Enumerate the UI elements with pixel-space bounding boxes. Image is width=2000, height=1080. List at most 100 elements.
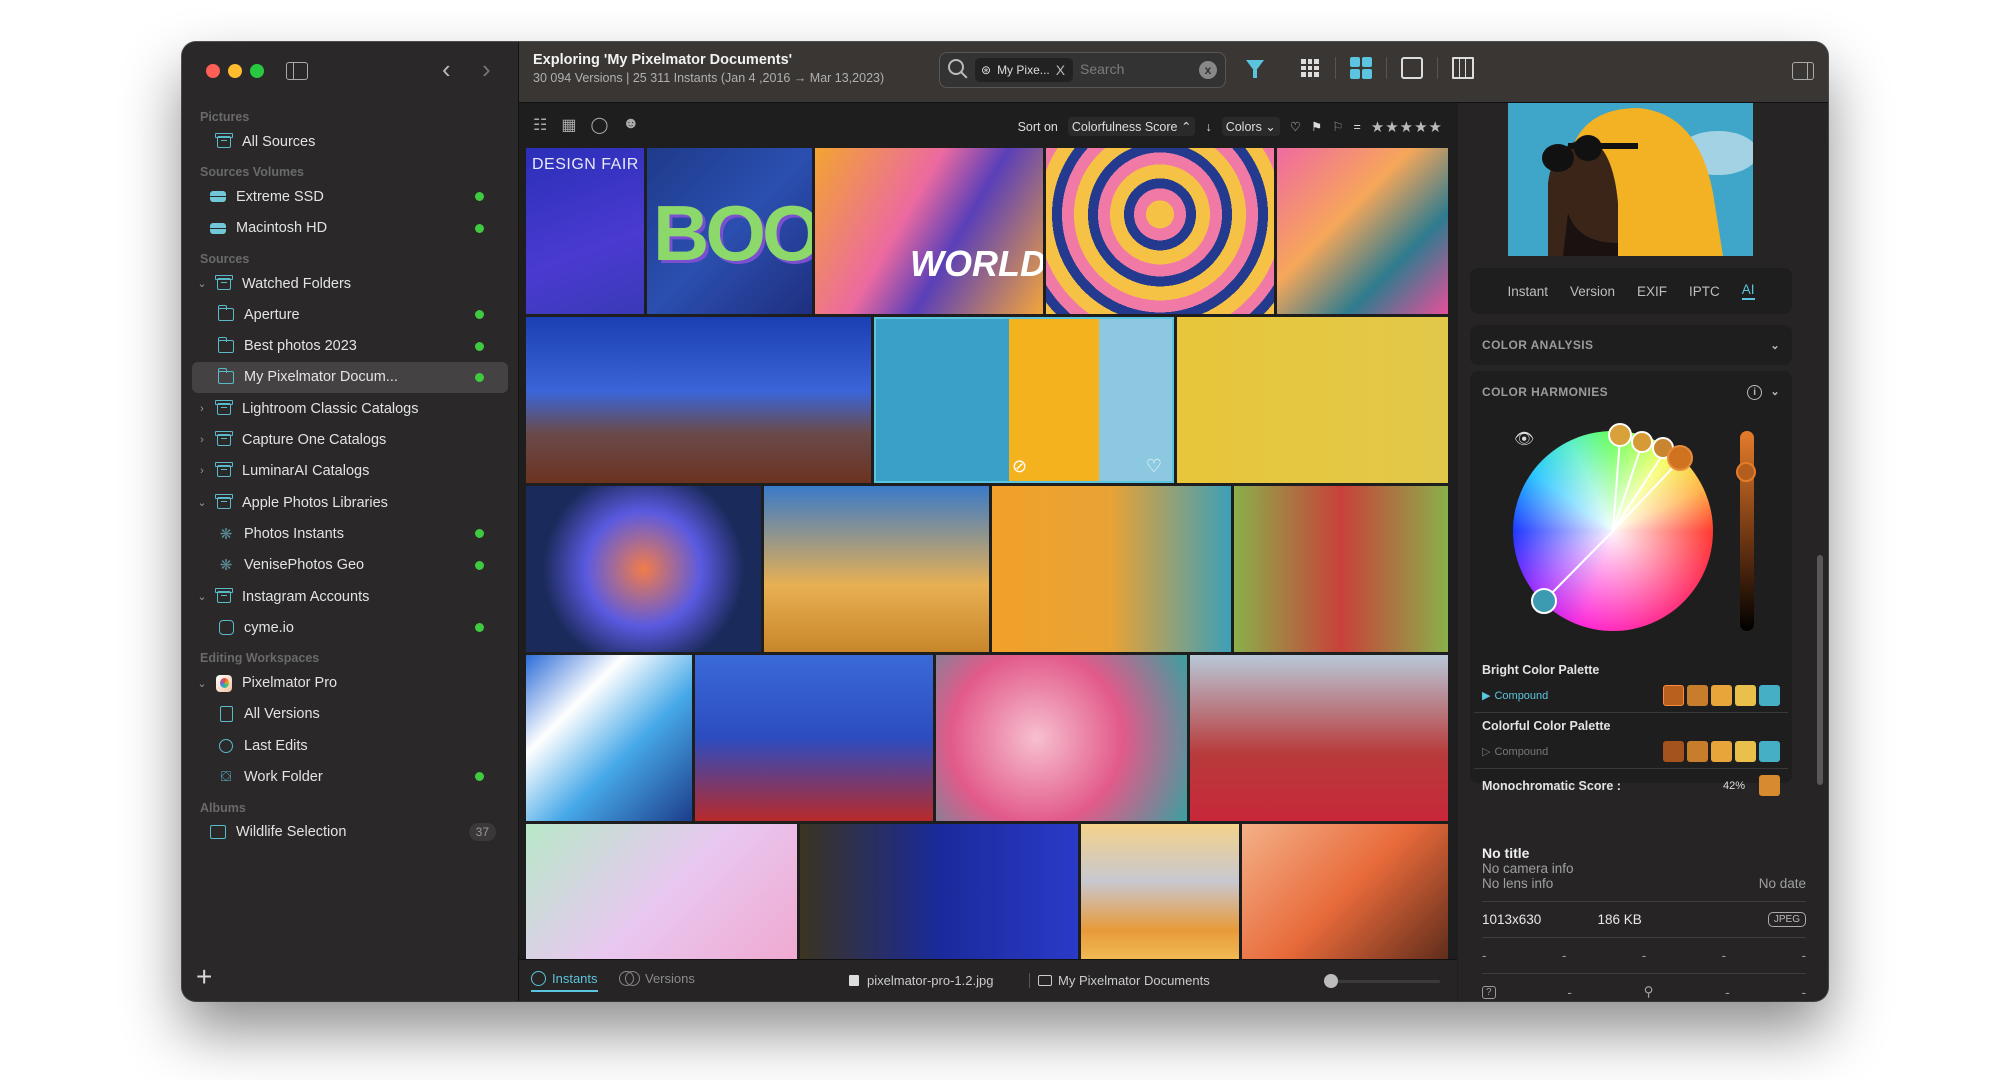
bright-palette-harmony[interactable]: ▶ Compound bbox=[1482, 689, 1548, 703]
single-view-icon[interactable] bbox=[1401, 57, 1423, 79]
photo-tile-man-blue-yellow-light[interactable] bbox=[800, 824, 1078, 966]
sidebar-item-pixelmator-pro[interactable]: ⌄ Pixelmator Pro bbox=[192, 667, 508, 698]
edit-indicator-icon[interactable]: ⊘ bbox=[1012, 456, 1027, 477]
map-view-icon[interactable] bbox=[1452, 57, 1474, 79]
heart-filter-icon[interactable]: ♡ bbox=[1290, 119, 1301, 134]
photo-tile-pastel-gradient[interactable] bbox=[526, 824, 797, 966]
photo-tile-3d-abstract-shape[interactable] bbox=[526, 486, 761, 652]
sidebar-item-wildlife-selection[interactable]: Wildlife Selection 37 bbox=[192, 817, 508, 848]
sidebar-item-best-photos-2023[interactable]: Best photos 2023 bbox=[192, 330, 508, 361]
photo-tile-woman-portrait-orange[interactable] bbox=[992, 486, 1231, 652]
chevron-right-icon[interactable]: › bbox=[196, 465, 208, 477]
sidebar-item-all-sources[interactable]: All Sources bbox=[192, 126, 508, 157]
color-swatch[interactable] bbox=[1759, 741, 1780, 762]
inspector-scrollbar[interactable] bbox=[1817, 555, 1823, 785]
current-file[interactable]: pixelmator-pro-1.2.jpg bbox=[849, 973, 993, 988]
photo-tile-woman-red-top[interactable] bbox=[1190, 655, 1448, 821]
photo-tile-abstract-shapes[interactable] bbox=[1277, 148, 1448, 314]
photo-tile-swirl-hair-illustration[interactable] bbox=[1046, 148, 1274, 314]
tab-versions[interactable]: Versions bbox=[619, 971, 695, 986]
color-swatch[interactable] bbox=[1735, 685, 1756, 706]
minimize-window-button[interactable] bbox=[228, 64, 242, 78]
zoom-window-button[interactable] bbox=[250, 64, 264, 78]
sidebar-item-last-edits[interactable]: Last Edits bbox=[192, 730, 508, 761]
tag-icon[interactable]: ◯ bbox=[590, 115, 608, 135]
search-token[interactable]: ⊛ My Pixe... X bbox=[975, 58, 1074, 82]
grid-view-icon[interactable] bbox=[1350, 57, 1372, 79]
color-swatch[interactable] bbox=[1663, 685, 1684, 706]
photo-tile-woman-blue-sky[interactable] bbox=[695, 655, 933, 821]
tab-iptc[interactable]: IPTC bbox=[1689, 284, 1720, 299]
photo-tile-wake-the-world-illustration[interactable]: WORLD bbox=[815, 148, 1043, 314]
sidebar-item-lightroom-classic-catalogs[interactable]: › Lightroom Classic Catalogs bbox=[192, 393, 508, 424]
flag-filter-icon[interactable]: ⚑ bbox=[1311, 119, 1322, 134]
chevron-down-icon[interactable]: ⌄ bbox=[1770, 339, 1780, 352]
photo-tile-rock-arch[interactable] bbox=[764, 486, 989, 652]
calendar-icon[interactable]: ▦ bbox=[561, 115, 576, 135]
list-view-icon[interactable] bbox=[1299, 57, 1321, 79]
photo-tile-design-fair-poster[interactable]: DESIGN FAIR bbox=[526, 148, 644, 314]
color-swatch[interactable] bbox=[1687, 741, 1708, 762]
monochromatic-swatch[interactable] bbox=[1759, 775, 1780, 796]
colors-dropdown[interactable]: Colors ⌄ bbox=[1221, 117, 1280, 136]
chevron-down-icon[interactable]: ⌄ bbox=[1770, 386, 1780, 398]
photo-tile-desert-night-sky[interactable] bbox=[526, 317, 871, 483]
filter-icon[interactable] bbox=[1246, 60, 1264, 78]
photo-tile-blue-white-abstract[interactable] bbox=[526, 655, 692, 821]
chevron-down-icon[interactable]: ⌄ bbox=[196, 590, 208, 603]
info-icon[interactable]: i bbox=[1747, 385, 1763, 400]
sort-direction-icon[interactable]: ↓ bbox=[1205, 120, 1211, 134]
sidebar-item-my-pixelmator-docum[interactable]: My Pixelmator Docum... bbox=[192, 361, 508, 394]
photo-tile-pink-flowers[interactable] bbox=[936, 655, 1187, 821]
inspector-toggle-icon[interactable] bbox=[1792, 62, 1814, 80]
photo-tile-orange-woman-illustration[interactable] bbox=[1242, 824, 1448, 966]
clear-search-button[interactable]: x bbox=[1199, 61, 1217, 79]
sidebar-item-capture-one-catalogs[interactable]: › Capture One Catalogs bbox=[192, 424, 508, 455]
forward-chevron-icon[interactable]: › bbox=[482, 56, 491, 82]
sidebar-item-macintosh-hd[interactable]: Macintosh HD bbox=[192, 213, 508, 244]
remove-token-icon[interactable]: X bbox=[1056, 58, 1065, 82]
colorful-palette-harmony[interactable]: ▷ Compound bbox=[1482, 745, 1548, 759]
back-chevron-icon[interactable]: ‹ bbox=[442, 56, 451, 82]
unflag-filter-icon[interactable]: ⚐ bbox=[1332, 119, 1343, 134]
sidebar-item-extreme-ssd[interactable]: Extreme SSD bbox=[192, 181, 508, 212]
chevron-down-icon[interactable]: ⌄ bbox=[196, 677, 208, 690]
sidebar-item-cyme-io[interactable]: cyme.io bbox=[192, 612, 508, 643]
sidebar-item-work-folder[interactable]: ⛋ Work Folder bbox=[192, 761, 508, 792]
tab-exif[interactable]: EXIF bbox=[1637, 284, 1667, 299]
sidebar-item-aperture[interactable]: Aperture bbox=[192, 299, 508, 330]
photo-tile-man-yellow-hood[interactable]: ⊘ ♡ bbox=[874, 317, 1174, 483]
person-icon[interactable]: ☻ bbox=[622, 115, 639, 135]
search-input[interactable]: Search bbox=[1080, 61, 1124, 77]
sort-select[interactable]: Colorfulness Score ⌃ bbox=[1067, 117, 1196, 136]
photo-tile-woman-green-sunglasses[interactable] bbox=[1177, 317, 1448, 483]
tab-instant[interactable]: Instant bbox=[1507, 284, 1548, 299]
sidebar-item-luminarai-catalogs[interactable]: › LuminarAI Catalogs bbox=[192, 456, 508, 487]
color-swatch[interactable] bbox=[1759, 685, 1780, 706]
chevron-down-icon[interactable]: ⌄ bbox=[196, 277, 208, 290]
tab-instants[interactable]: Instants bbox=[531, 971, 598, 992]
hierarchy-icon[interactable]: ☷ bbox=[533, 115, 547, 135]
color-swatch[interactable] bbox=[1687, 685, 1708, 706]
brightness-slider[interactable] bbox=[1740, 431, 1754, 631]
rating-operator[interactable]: = bbox=[1353, 120, 1360, 134]
photo-tile-boo-3d-text[interactable]: BOO bbox=[647, 148, 812, 314]
rating-stars[interactable]: ★★★★★ bbox=[1371, 118, 1443, 136]
sidebar-item-venisephotos-geo[interactable]: ❋ VenisePhotos Geo bbox=[192, 550, 508, 581]
chevron-right-icon[interactable]: › bbox=[196, 403, 208, 415]
sidebar-item-photos-instants[interactable]: ❋ Photos Instants bbox=[192, 518, 508, 549]
chevron-down-icon[interactable]: ⌄ bbox=[196, 496, 208, 509]
favorite-heart-icon[interactable]: ♡ bbox=[1146, 456, 1162, 477]
photo-tile-woman-red-green-bg[interactable] bbox=[1234, 486, 1448, 652]
current-folder[interactable]: My Pixelmator Documents bbox=[1029, 973, 1210, 988]
color-swatch[interactable] bbox=[1663, 741, 1684, 762]
sidebar-item-apple-photos-libraries[interactable]: ⌄ Apple Photos Libraries bbox=[192, 487, 508, 518]
color-swatch[interactable] bbox=[1711, 685, 1732, 706]
sidebar-item-instagram-accounts[interactable]: ⌄ Instagram Accounts bbox=[192, 581, 508, 612]
search-field[interactable]: ⊛ My Pixe... X Search x bbox=[939, 52, 1226, 88]
color-swatch[interactable] bbox=[1735, 741, 1756, 762]
add-source-button[interactable]: + bbox=[196, 961, 212, 993]
tab-version[interactable]: Version bbox=[1570, 284, 1615, 299]
sidebar-item-watched-folders[interactable]: ⌄ Watched Folders bbox=[192, 268, 508, 299]
close-window-button[interactable] bbox=[206, 64, 220, 78]
